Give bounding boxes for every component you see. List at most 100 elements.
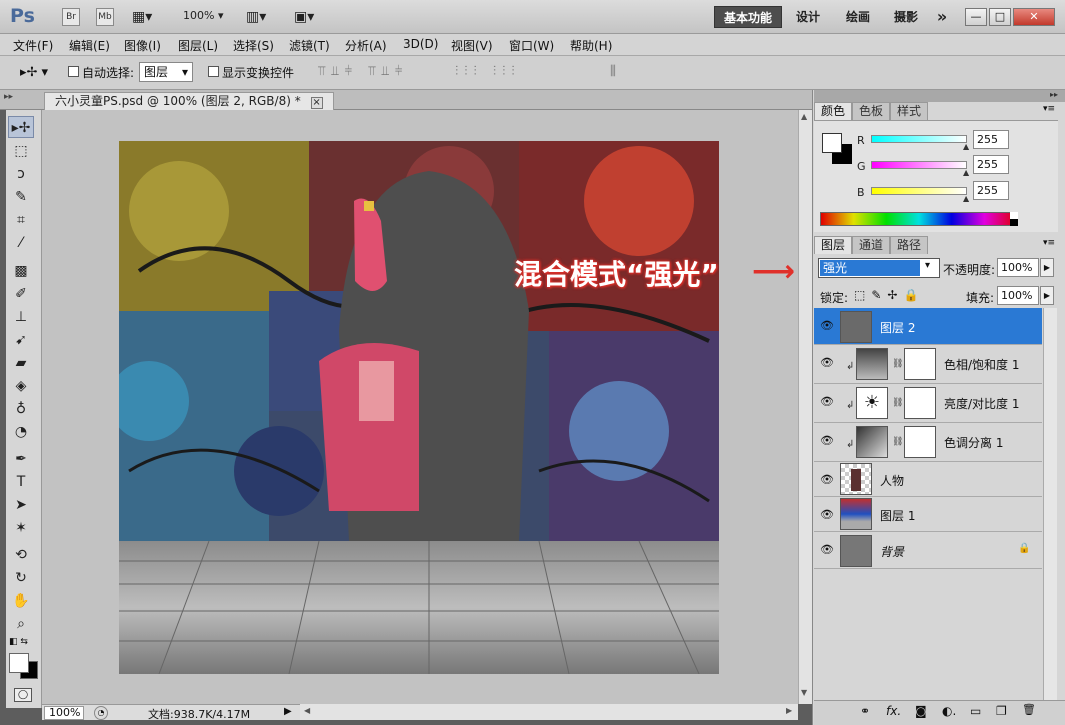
auto-select-checkbox[interactable] [68, 66, 79, 77]
clone-stamp-icon[interactable]: ⊥ [8, 306, 34, 328]
scroll-down-icon[interactable]: ▼ [801, 688, 807, 697]
group-icon[interactable]: ▭ [970, 704, 981, 718]
lasso-tool-icon[interactable]: ↄ [8, 163, 34, 185]
tab-swatches[interactable]: 色板 [852, 102, 891, 120]
layers-scrollbar[interactable] [1043, 308, 1057, 700]
3d-rotate-icon[interactable]: ⟲ [8, 544, 34, 566]
fx-icon[interactable]: fx. [886, 704, 901, 718]
tab-styles[interactable]: 样式 [890, 102, 929, 120]
workspace-essentials[interactable]: 基本功能 [714, 6, 782, 28]
menu-image[interactable]: 图像(I) [124, 37, 161, 54]
mini-bridge-button[interactable]: Mb [96, 8, 114, 26]
foreground-color-swatch[interactable] [9, 653, 29, 673]
menu-3d[interactable]: 3D(D) [403, 37, 438, 51]
paint-bucket-icon[interactable]: ◈ [8, 375, 34, 397]
brush-tool-icon[interactable]: ✐ [8, 283, 34, 305]
bridge-button[interactable]: Br [62, 8, 80, 26]
b-slider-handle-icon[interactable]: ▲ [963, 194, 969, 203]
layer-row[interactable]: 👁 ↲ ⛓ 色相/饱和度 1 [814, 345, 1042, 384]
r-slider-handle-icon[interactable]: ▲ [963, 142, 969, 151]
blend-mode-dropdown[interactable]: 强光 ▾ [818, 258, 940, 278]
workspace-design[interactable]: 设计 [788, 6, 828, 28]
layer-row[interactable]: 👁 图层 2 [814, 308, 1042, 345]
tab-color[interactable]: 颜色 [814, 102, 853, 120]
spectrum-white-swatch[interactable] [1010, 212, 1018, 219]
eye-icon[interactable]: 👁 [820, 435, 834, 447]
marquee-tool-icon[interactable]: ⬚ [8, 140, 34, 162]
collapse-icon[interactable]: ▸▸ [4, 92, 13, 102]
menu-layer[interactable]: 图层(L) [178, 37, 218, 54]
tab-channels[interactable]: 通道 [852, 236, 891, 254]
move-tool-icon[interactable]: ▸✢ [8, 116, 34, 138]
path-select-icon[interactable]: ➤ [8, 494, 34, 516]
distribute-buttons-icon[interactable]: ⫶⫶⫶ ⫶⫶⫶ [455, 64, 521, 79]
tab-close-icon[interactable]: × [310, 97, 323, 109]
horizontal-scrollbar[interactable]: ◀ ▶ [300, 704, 798, 720]
zoom-tool-icon[interactable]: ⌕ [8, 613, 34, 635]
blur-tool-icon[interactable]: ♁ [8, 398, 34, 420]
eye-icon[interactable]: 👁 [820, 396, 834, 408]
status-info-icon[interactable]: ◔ [94, 706, 108, 720]
menu-select[interactable]: 选择(S) [233, 37, 274, 54]
screen-mode-icon[interactable]: ▣▾ [294, 9, 314, 25]
r-slider[interactable] [871, 135, 967, 143]
zoom-field[interactable]: 100% [44, 706, 84, 720]
fg-color-box[interactable] [822, 133, 842, 153]
show-transform-checkbox[interactable] [208, 66, 219, 77]
layer-row[interactable]: 👁 ↲ ☀ ⛓ 亮度/对比度 1 [814, 384, 1042, 423]
dodge-tool-icon[interactable]: ◔ [8, 421, 34, 443]
align-buttons-icon[interactable]: ⫪⫫⫩ ⫪⫫⫩ [318, 64, 408, 79]
menu-help[interactable]: 帮助(H) [570, 37, 612, 54]
menu-analysis[interactable]: 分析(A) [345, 37, 387, 54]
move-tool-preset-icon[interactable]: ▸✢ ▾ [20, 65, 48, 80]
menu-view[interactable]: 视图(V) [451, 37, 493, 54]
eraser-tool-icon[interactable]: ▰ [8, 352, 34, 374]
scroll-up-icon[interactable]: ▲ [801, 112, 807, 121]
adjustment-icon[interactable]: ◐. [942, 704, 956, 718]
more-workspaces-button[interactable]: » [932, 6, 952, 28]
eye-icon[interactable]: 👁 [820, 320, 834, 332]
trash-icon[interactable]: 🗑 [1022, 703, 1036, 716]
layer-row[interactable]: 👁 人物 [814, 462, 1042, 497]
fill-input[interactable]: 100% [997, 286, 1039, 305]
eyedropper-tool-icon[interactable]: ⁄ [8, 232, 34, 254]
eye-icon[interactable]: 👁 [820, 544, 834, 556]
shape-tool-icon[interactable]: ✶ [8, 517, 34, 539]
scroll-left-icon[interactable]: ◀ [304, 706, 310, 715]
history-brush-icon[interactable]: ➹ [8, 329, 34, 351]
lock-icons[interactable]: ⬚✎✢🔒 [854, 288, 924, 302]
menu-edit[interactable]: 编辑(E) [69, 37, 110, 54]
extras-icon[interactable]: ▦▾ [132, 9, 152, 25]
quick-mask-icon[interactable]: ◯ [14, 688, 32, 702]
g-slider[interactable] [871, 161, 967, 169]
spectrum-black-swatch[interactable] [1010, 219, 1018, 226]
b-slider[interactable] [871, 187, 967, 195]
eye-icon[interactable]: 👁 [820, 509, 834, 521]
tab-paths[interactable]: 路径 [890, 236, 929, 254]
g-value-input[interactable]: 255 [973, 155, 1009, 174]
hand-tool-icon[interactable]: ✋ [8, 590, 34, 612]
auto-select-dropdown[interactable]: 图层 ▾ [139, 62, 193, 82]
default-colors-icon[interactable]: ◧ ⇆ [9, 637, 28, 647]
workspace-painting[interactable]: 绘画 [838, 6, 878, 28]
healing-brush-icon[interactable]: ▩ [8, 260, 34, 282]
tab-layers[interactable]: 图层 [814, 236, 853, 254]
zoom-dropdown[interactable]: 100% ▾ [183, 9, 223, 22]
menu-file[interactable]: 文件(F) [13, 37, 53, 54]
eye-icon[interactable]: 👁 [820, 474, 834, 486]
layer-row[interactable]: 👁 ↲ ⛓ 色调分离 1 [814, 423, 1042, 462]
scroll-right-icon[interactable]: ▶ [786, 706, 792, 715]
opacity-slider-arrow-icon[interactable]: ▶ [1040, 258, 1054, 277]
opacity-input[interactable]: 100% [997, 258, 1039, 277]
new-layer-icon[interactable]: ❐ [996, 704, 1007, 718]
document-canvas[interactable] [119, 141, 719, 674]
minimize-button[interactable]: — [965, 8, 987, 26]
r-value-input[interactable]: 255 [973, 130, 1009, 149]
fill-slider-arrow-icon[interactable]: ▶ [1040, 286, 1054, 305]
layers-panel-menu-icon[interactable]: ▾≡ [1043, 238, 1055, 248]
menu-window[interactable]: 窗口(W) [509, 37, 554, 54]
panel-collapse-icon[interactable]: ▸▸ [1050, 90, 1058, 99]
document-tab[interactable]: 六小灵童PS.psd @ 100% (图层 2, RGB/8) * × [44, 92, 334, 110]
layer-row[interactable]: 👁 图层 1 [814, 497, 1042, 532]
status-menu-arrow-icon[interactable]: ▶ [284, 706, 292, 717]
